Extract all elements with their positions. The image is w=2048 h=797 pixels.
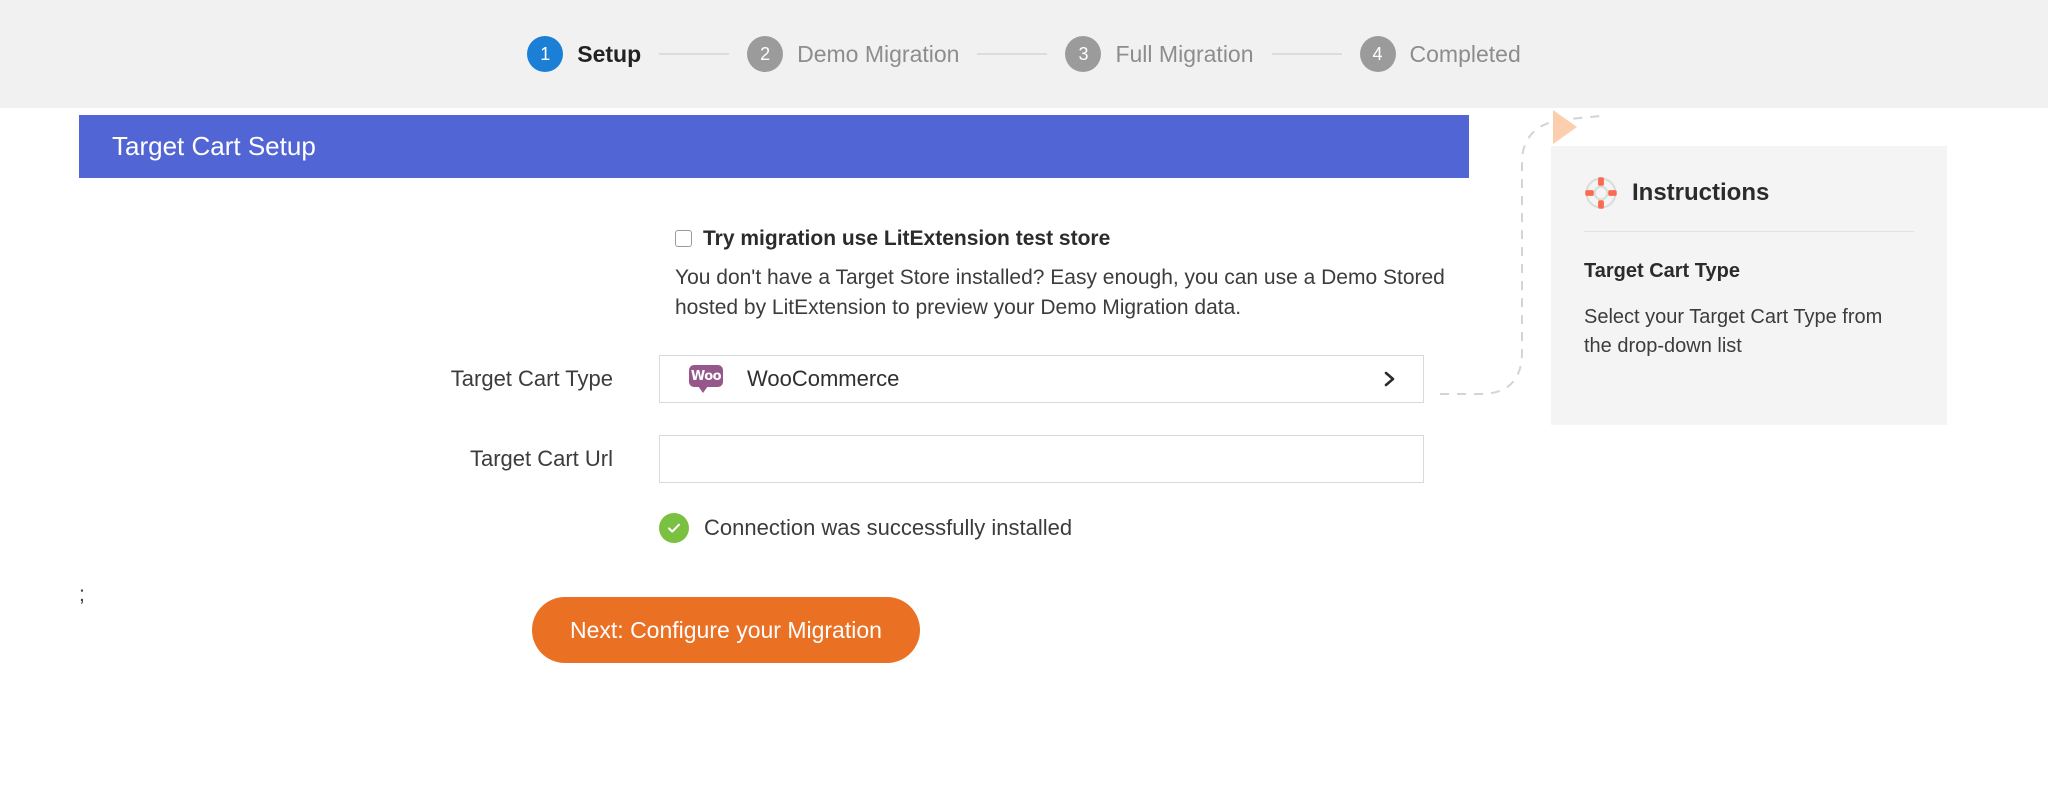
demo-store-checkbox-label: Try migration use LitExtension test stor… bbox=[703, 227, 1111, 250]
step-demo-migration-number: 2 bbox=[747, 36, 784, 72]
check-circle-icon bbox=[659, 512, 689, 543]
step-demo-migration-label: Demo Migration bbox=[797, 40, 960, 67]
card-header: Target Cart Setup bbox=[79, 115, 1469, 178]
card-body: Try migration use LitExtension test stor… bbox=[79, 178, 1469, 663]
step-full-migration[interactable]: 3 Full Migration bbox=[1065, 36, 1254, 72]
demo-store-description: You don't have a Target Store installed?… bbox=[675, 266, 1445, 319]
woocommerce-icon: Woo bbox=[689, 365, 723, 394]
step-setup-label: Setup bbox=[577, 40, 642, 67]
step-demo-migration[interactable]: 2 Demo Migration bbox=[747, 36, 959, 72]
instructions-panel: Instructions Target Cart Type Select you… bbox=[1551, 146, 1947, 425]
target-cart-type-value: WooCommerce bbox=[747, 365, 900, 391]
migration-stepper: 1 Setup 2 Demo Migration 3 Full Migratio… bbox=[0, 0, 2048, 108]
target-cart-type-select[interactable]: Woo WooCommerce bbox=[659, 354, 1424, 403]
instructions-header: Instructions bbox=[1584, 176, 1914, 210]
target-cart-url-input[interactable] bbox=[660, 435, 1423, 482]
instructions-pointer-arrow bbox=[1553, 110, 1577, 144]
instructions-body: Select your Target Cart Type from the dr… bbox=[1584, 306, 1883, 357]
demo-store-block: Try migration use LitExtension test stor… bbox=[675, 226, 1465, 323]
target-cart-type-row: Target Cart Type Woo WooCommerce bbox=[79, 354, 1469, 403]
woocommerce-icon-text: Woo bbox=[690, 368, 722, 384]
lifebuoy-icon bbox=[1585, 177, 1617, 209]
step-connector-2 bbox=[977, 53, 1048, 55]
next-button-wrap: Next: Configure your Migration bbox=[532, 596, 1469, 663]
step-full-migration-label: Full Migration bbox=[1115, 40, 1254, 67]
target-cart-url-field[interactable] bbox=[659, 434, 1424, 483]
step-setup[interactable]: 1 Setup bbox=[527, 36, 641, 72]
target-cart-type-label: Target Cart Type bbox=[450, 365, 613, 391]
step-full-migration-number: 3 bbox=[1065, 36, 1102, 72]
connection-status: Connection was successfully installed bbox=[659, 512, 1469, 543]
demo-store-checkbox-row[interactable]: Try migration use LitExtension test stor… bbox=[675, 226, 1465, 251]
next-configure-migration-button[interactable]: Next: Configure your Migration bbox=[532, 596, 920, 663]
chevron-right-icon bbox=[1384, 371, 1395, 387]
instructions-subtitle: Target Cart Type bbox=[1584, 260, 1740, 282]
step-completed-label: Completed bbox=[1409, 40, 1521, 67]
step-connector-3 bbox=[1271, 53, 1342, 55]
target-cart-url-row: Target Cart Url bbox=[79, 434, 1469, 483]
target-cart-url-label: Target Cart Url bbox=[469, 445, 613, 471]
instructions-title: Instructions bbox=[1632, 179, 1770, 206]
page-title: Target Cart Setup bbox=[112, 131, 316, 161]
stray-text: ; bbox=[79, 583, 85, 606]
instructions-divider bbox=[1584, 231, 1914, 232]
demo-store-checkbox[interactable] bbox=[675, 230, 692, 247]
step-completed-number: 4 bbox=[1359, 36, 1396, 72]
step-connector-1 bbox=[659, 53, 730, 55]
step-completed[interactable]: 4 Completed bbox=[1359, 36, 1521, 72]
connection-status-text: Connection was successfully installed bbox=[704, 514, 1073, 540]
target-cart-setup-card: Target Cart Setup Try migration use LitE… bbox=[79, 115, 1469, 663]
step-setup-number: 1 bbox=[527, 36, 564, 72]
